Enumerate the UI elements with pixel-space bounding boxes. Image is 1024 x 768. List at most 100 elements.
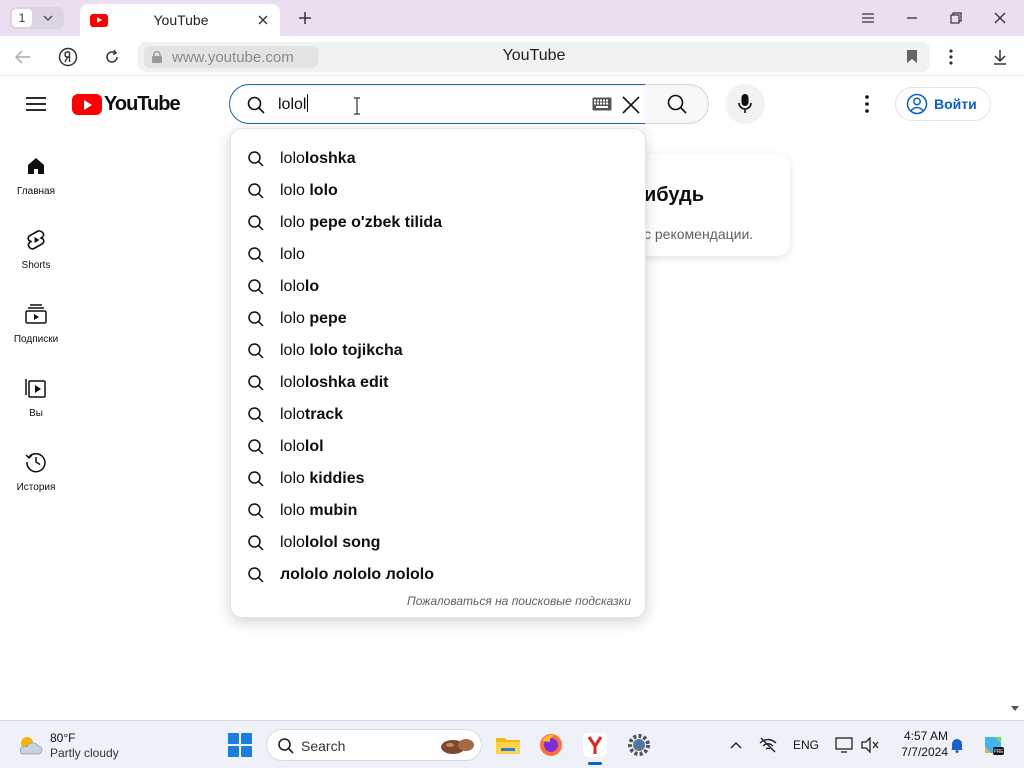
search-icon — [248, 215, 264, 231]
keyboard-icon[interactable] — [592, 97, 612, 111]
suggestion-text: lololol — [280, 438, 324, 455]
scroll-down-arrow-icon[interactable] — [1010, 703, 1020, 713]
reload-icon[interactable] — [101, 46, 123, 68]
sign-in-label: Войти — [934, 96, 977, 112]
tab-close-icon[interactable] — [254, 11, 272, 29]
report-suggestions-link[interactable]: Пожаловаться на поисковые подсказки — [407, 594, 631, 608]
sign-in-button[interactable]: Войти — [895, 87, 991, 121]
tab-count: 1 — [12, 9, 32, 27]
search-icon — [248, 503, 264, 519]
suggestion-item[interactable]: lolo pepe o'zbek tilida — [231, 207, 645, 239]
voice-search-button[interactable] — [725, 84, 765, 124]
suggestion-item[interactable]: lololoshka — [231, 143, 645, 175]
volume-muted-icon[interactable] — [860, 735, 880, 755]
settings-more-icon[interactable] — [856, 92, 878, 116]
chevron-down-icon — [40, 10, 56, 26]
language-indicator[interactable]: ENG — [790, 735, 822, 755]
browser-tab-strip: 1 YouTube — [0, 0, 1024, 36]
suggestion-item[interactable]: lolo — [231, 239, 645, 271]
search-query-text: lolol — [278, 94, 309, 113]
bookmark-icon[interactable] — [906, 49, 918, 69]
settings-gear-icon[interactable] — [623, 729, 655, 761]
weather-temp: 80°F — [50, 731, 76, 745]
search-icon — [248, 407, 264, 423]
notification-bell-icon[interactable] — [948, 735, 966, 755]
clear-search-icon[interactable] — [620, 94, 642, 116]
suggestion-text: lololoshka edit — [280, 374, 389, 391]
user-circle-icon — [906, 93, 928, 115]
sidebar-item-label: Подписки — [13, 334, 59, 345]
suggestion-item[interactable]: lolotrack — [231, 399, 645, 431]
yandex-browser-icon[interactable] — [579, 729, 611, 765]
search-icon — [248, 567, 264, 583]
copilot-icon[interactable]: PRE — [980, 732, 1006, 758]
suggestion-text: lolo kiddies — [280, 470, 365, 487]
sidebar-item-you[interactable]: Вы — [0, 362, 72, 422]
sidebar-item-shorts[interactable]: Shorts — [0, 214, 72, 274]
suggestion-item[interactable]: lolo mubin — [231, 495, 645, 527]
search-icon — [248, 279, 264, 295]
taskbar-search-label: Search — [301, 738, 346, 754]
new-tab-button[interactable] — [294, 7, 316, 29]
clock-date: 7/7/2024 — [901, 745, 948, 759]
tab-title: YouTube — [153, 12, 209, 28]
download-icon[interactable] — [989, 46, 1011, 68]
minimize-icon[interactable] — [901, 8, 923, 28]
suggestion-text: lololoshka — [280, 150, 356, 167]
sidebar-item-label: Shorts — [21, 260, 51, 271]
tab-youtube[interactable]: YouTube — [80, 4, 280, 36]
search-icon — [248, 311, 264, 327]
search-icon — [247, 96, 265, 114]
search-button[interactable] — [645, 84, 709, 124]
chevron-up-icon[interactable] — [726, 735, 746, 755]
sidebar-item-label: Главная — [16, 186, 56, 197]
suggestion-text: lolotrack — [280, 406, 344, 423]
text-cursor-icon — [354, 97, 360, 115]
sidebar-item-history[interactable]: История — [0, 436, 72, 496]
sidebar-item-label: Вы — [29, 408, 43, 419]
svg-text:PRE: PRE — [993, 749, 1004, 755]
suggestion-item[interactable]: lololo — [231, 271, 645, 303]
suggestion-item[interactable]: lolo lolo — [231, 175, 645, 207]
sidebar-item-label: История — [16, 482, 56, 493]
url-field[interactable]: www.youtube.com YouTube — [138, 42, 930, 72]
suggestion-item[interactable]: lolo kiddies — [231, 463, 645, 495]
sidebar-item-home[interactable]: Главная — [0, 140, 72, 200]
file-explorer-icon[interactable] — [492, 729, 524, 761]
search-icon — [248, 535, 264, 551]
search-input[interactable]: lolol — [229, 84, 646, 124]
suggestion-item[interactable]: lolo lolo tojikcha — [231, 335, 645, 367]
taskbar-search[interactable]: Search — [266, 729, 482, 761]
suggestion-item[interactable]: lolololol song — [231, 527, 645, 559]
search-icon — [248, 439, 264, 455]
firefox-icon[interactable] — [535, 729, 567, 761]
sidebar-item-subscriptions[interactable]: Подписки — [0, 288, 72, 348]
network-offline-icon[interactable] — [757, 735, 779, 755]
yandex-icon[interactable] — [57, 46, 79, 68]
subscriptions-icon — [24, 302, 48, 326]
suggestion-item[interactable]: lolo pepe — [231, 303, 645, 335]
suggestion-item[interactable]: лololo лololo лololo — [231, 559, 645, 591]
hamburger-menu-icon[interactable] — [24, 92, 48, 116]
search-icon — [248, 151, 264, 167]
more-vert-icon[interactable] — [940, 46, 962, 68]
close-window-icon[interactable] — [989, 8, 1011, 28]
suggestion-item[interactable]: lololol — [231, 431, 645, 463]
browser-menu-icon[interactable] — [857, 8, 879, 28]
weather-widget[interactable]: 80°F Partly cloudy — [16, 729, 146, 761]
home-icon — [24, 154, 48, 178]
restore-icon[interactable] — [945, 8, 967, 28]
tab-counter[interactable]: 1 — [10, 7, 64, 29]
weather-desc: Partly cloudy — [50, 746, 119, 760]
taskbar-clock[interactable]: 4:57 AM 7/7/2024 — [888, 728, 948, 760]
back-arrow-icon[interactable] — [12, 46, 34, 68]
suggestion-text: lolo pepe o'zbek tilida — [280, 214, 443, 231]
search-icon — [248, 183, 264, 199]
suggestion-item[interactable]: lololoshka edit — [231, 367, 645, 399]
search-icon — [248, 471, 264, 487]
youtube-wordmark: YouTube — [104, 93, 181, 115]
youtube-logo[interactable]: YouTube — [72, 93, 181, 116]
display-icon[interactable] — [834, 735, 854, 755]
suggestion-text: lolo pepe — [280, 310, 347, 327]
windows-start-icon[interactable] — [228, 733, 252, 757]
